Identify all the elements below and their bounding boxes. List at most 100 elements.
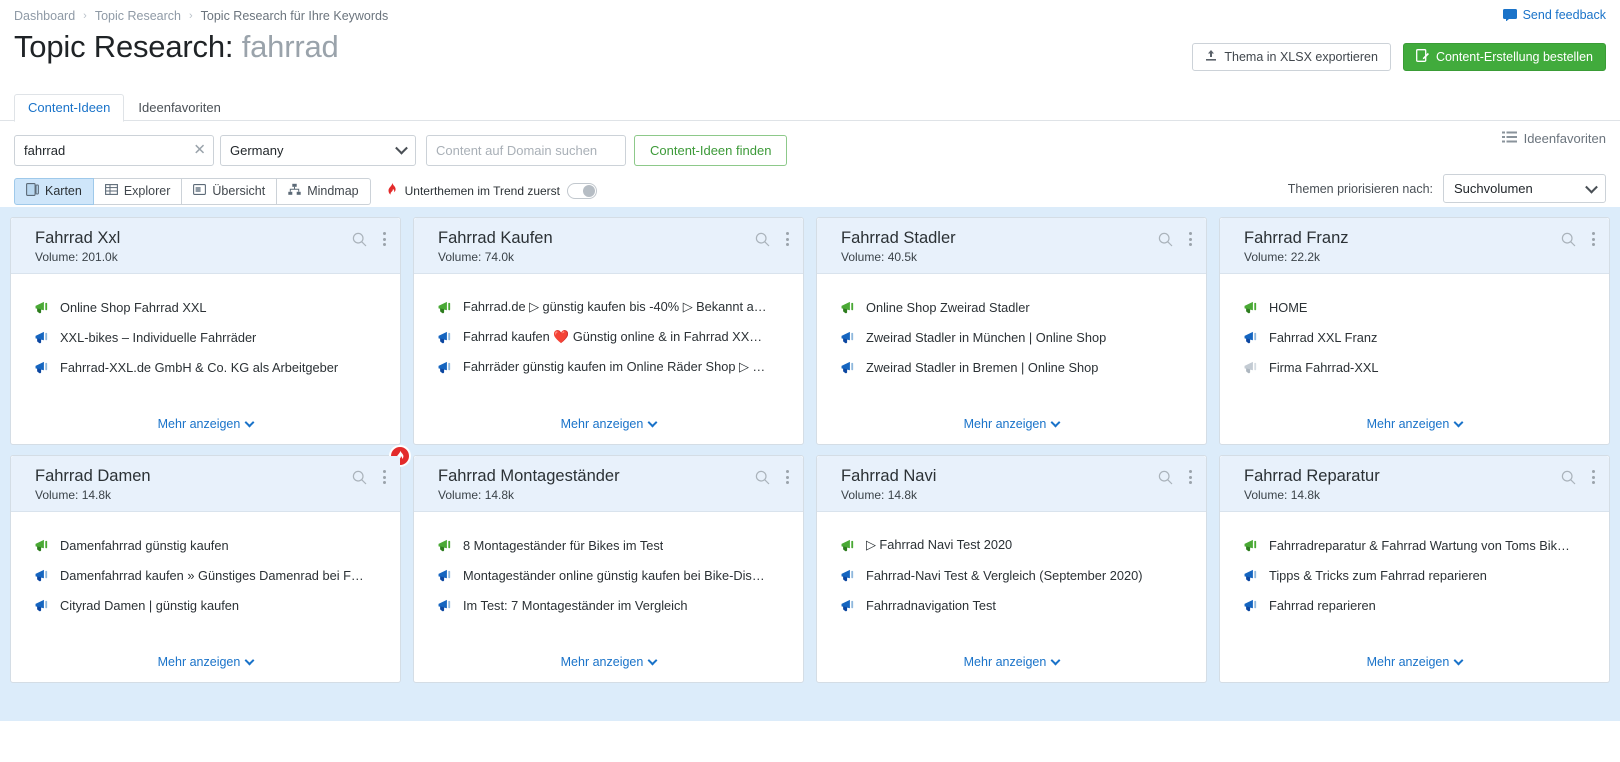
search-icon[interactable] xyxy=(1158,470,1173,485)
search-icon[interactable] xyxy=(1158,232,1173,247)
topic-card[interactable]: Fahrrad Franz Volume: 22.2k HOME Fahrrad … xyxy=(1219,217,1610,445)
content-idea-item[interactable]: Zweirad Stadler in München | Online Shop xyxy=(841,322,1194,352)
view-toolbar: Karten Explorer Übersicht Mindmap Untert… xyxy=(0,167,1620,207)
content-idea-label: Damenfahrrad kaufen » Günstiges Damenrad… xyxy=(60,567,364,583)
show-more-link[interactable]: Mehr anzeigen xyxy=(158,417,255,431)
content-idea-item[interactable]: HOME xyxy=(1244,292,1597,322)
show-more-label: Mehr anzeigen xyxy=(157,655,241,669)
prioritize-select[interactable]: Suchvolumen xyxy=(1443,174,1606,203)
more-options-icon[interactable] xyxy=(379,468,390,486)
show-more-link[interactable]: Mehr anzeigen xyxy=(1367,655,1464,669)
content-idea-item[interactable]: Fahrrad.de ▷ günstig kaufen bis -40% ▷ B… xyxy=(438,292,791,322)
topic-card[interactable]: Fahrrad Reparatur Volume: 14.8k Fahrradr… xyxy=(1219,455,1610,683)
content-idea-item[interactable]: 8 Montageständer für Bikes im Test xyxy=(438,530,791,560)
trend-toggle-switch[interactable] xyxy=(567,183,598,199)
more-options-icon[interactable] xyxy=(782,468,793,486)
show-more-label: Mehr anzeigen xyxy=(560,417,644,431)
tab-content-ideen[interactable]: Content-Ideen xyxy=(14,94,125,122)
search-icon[interactable] xyxy=(1561,470,1576,485)
topic-card[interactable]: Fahrrad Montageständer Volume: 14.8k 8 M… xyxy=(413,455,804,683)
content-idea-item[interactable]: Online Shop Fahrrad XXL xyxy=(35,292,388,322)
content-idea-item[interactable]: Fahrrad XXL Franz xyxy=(1244,322,1597,352)
show-more-link[interactable]: Mehr anzeigen xyxy=(964,655,1061,669)
search-icon[interactable] xyxy=(1561,232,1576,247)
megaphone-blue-icon xyxy=(438,361,451,373)
topic-card[interactable]: Fahrrad Navi Volume: 14.8k ▷ Fahrrad Nav… xyxy=(816,455,1207,683)
content-idea-item[interactable]: Fahrrad-Navi Test & Vergleich (September… xyxy=(841,560,1194,590)
content-idea-item[interactable]: Online Shop Zweirad Stadler xyxy=(841,292,1194,322)
megaphone-green-icon xyxy=(438,539,451,551)
topic-card-title: Fahrrad Stadler xyxy=(841,229,956,247)
more-options-icon[interactable] xyxy=(1588,230,1599,248)
content-idea-item[interactable]: Cityrad Damen | günstig kaufen xyxy=(35,590,388,620)
content-idea-item[interactable]: Fahrräder günstig kaufen im Online Räder… xyxy=(438,352,791,382)
search-icon[interactable] xyxy=(352,232,367,247)
topic-card-footer: Mehr anzeigen xyxy=(414,416,803,444)
prioritize-group: Themen priorisieren nach: Suchvolumen xyxy=(1288,174,1606,203)
more-options-icon[interactable] xyxy=(1588,468,1599,486)
show-more-link[interactable]: Mehr anzeigen xyxy=(1367,417,1464,431)
view-button-explorer[interactable]: Explorer xyxy=(93,177,183,205)
show-more-link[interactable]: Mehr anzeigen xyxy=(963,417,1061,431)
topic-card[interactable]: Fahrrad Kaufen Volume: 74.0k Fahrrad.de … xyxy=(413,217,804,445)
topic-card[interactable]: Fahrrad Stadler Volume: 40.5k Online Sho… xyxy=(816,217,1207,445)
topic-card[interactable]: Fahrrad Xxl Volume: 201.0k Online Shop F… xyxy=(10,217,401,445)
topic-card-footer: Mehr anzeigen xyxy=(11,416,400,444)
export-xlsx-button[interactable]: Thema in XLSX exportieren xyxy=(1192,43,1391,71)
breadcrumb-item-dashboard[interactable]: Dashboard xyxy=(14,9,75,23)
more-options-icon[interactable] xyxy=(379,230,390,248)
search-icon[interactable] xyxy=(755,470,770,485)
content-idea-item[interactable]: Zweirad Stadler in Bremen | Online Shop xyxy=(841,352,1194,382)
find-content-ideas-button[interactable]: Content-Ideen finden xyxy=(634,134,788,166)
content-idea-item[interactable]: Fahrradreparatur & Fahrrad Wartung von T… xyxy=(1244,530,1597,560)
topic-card[interactable]: Fahrrad Damen Volume: 14.8k Damenfahrrad… xyxy=(10,445,411,683)
view-button-mindmap[interactable]: Mindmap xyxy=(277,177,371,205)
show-more-link[interactable]: Mehr anzeigen xyxy=(560,417,658,431)
topic-card-footer: Mehr anzeigen xyxy=(817,416,1206,444)
topic-card-footer: Mehr anzeigen xyxy=(1220,416,1609,444)
content-idea-label: Fahrrad reparieren xyxy=(1269,597,1376,613)
content-idea-item[interactable]: Im Test: 7 Montageständer im Vergleich xyxy=(438,590,791,620)
content-idea-label: Damenfahrrad günstig kaufen xyxy=(60,537,229,553)
keyword-input[interactable]: fahrrad ✕ xyxy=(14,134,214,166)
feedback-icon xyxy=(1502,9,1517,21)
page-title-keyword: fahrrad xyxy=(241,29,339,64)
content-idea-item[interactable]: ▷ Fahrrad Navi Test 2020 xyxy=(841,530,1194,560)
show-more-link[interactable]: Mehr anzeigen xyxy=(561,655,658,669)
megaphone-blue-icon xyxy=(438,599,451,611)
search-icon[interactable] xyxy=(755,232,770,247)
megaphone-blue-icon xyxy=(841,569,854,581)
content-idea-item[interactable]: XXL-bikes – Individuelle Fahrräder xyxy=(35,322,388,352)
show-more-label: Mehr anzeigen xyxy=(963,417,1047,431)
order-content-button[interactable]: Content-Erstellung bestellen xyxy=(1402,43,1606,71)
content-idea-item[interactable]: Montageständer online günstig kaufen bei… xyxy=(438,560,791,590)
chevron-down-icon xyxy=(647,417,658,427)
content-idea-item[interactable]: Tipps & Tricks zum Fahrrad reparieren xyxy=(1244,560,1597,590)
show-more-link[interactable]: Mehr anzeigen xyxy=(157,655,255,669)
content-idea-item[interactable]: Fahrradnavigation Test xyxy=(841,590,1194,620)
topic-card-body: ▷ Fahrrad Navi Test 2020 Fahrrad-Navi Tes… xyxy=(817,512,1206,654)
keyword-input-value: fahrrad xyxy=(24,142,66,158)
more-options-icon[interactable] xyxy=(782,230,793,248)
domain-search-input[interactable]: Content auf Domain suchen xyxy=(426,134,626,166)
content-idea-item[interactable]: Fahrrad kaufen ❤️ Günstig online & in Fa… xyxy=(438,322,791,352)
search-icon[interactable] xyxy=(352,470,367,485)
country-select[interactable]: Germany xyxy=(220,134,416,166)
breadcrumb-item-topic-research[interactable]: Topic Research xyxy=(95,9,181,23)
view-button-uebersicht[interactable]: Übersicht xyxy=(182,177,278,205)
content-idea-item[interactable]: Fahrrad-XXL.de GmbH & Co. KG als Arbeitg… xyxy=(35,352,388,382)
content-idea-item[interactable]: Damenfahrrad günstig kaufen xyxy=(35,530,388,560)
content-idea-item[interactable]: Damenfahrrad kaufen » Günstiges Damenrad… xyxy=(35,560,388,590)
view-button-mindmap-label: Mindmap xyxy=(307,184,359,198)
more-options-icon[interactable] xyxy=(1185,230,1196,248)
topic-card-body: Damenfahrrad günstig kaufen Damenfahrrad … xyxy=(11,512,400,654)
view-button-karten[interactable]: Karten xyxy=(14,177,94,205)
send-feedback-link[interactable]: Send feedback xyxy=(1502,8,1606,22)
ideenfavoriten-link[interactable]: Ideenfavoriten xyxy=(1501,131,1606,146)
more-options-icon[interactable] xyxy=(1185,468,1196,486)
content-idea-item[interactable]: Fahrrad reparieren xyxy=(1244,590,1597,620)
tab-ideenfavoriten[interactable]: Ideenfavoriten xyxy=(124,94,234,122)
content-idea-item[interactable]: Firma Fahrrad-XXL xyxy=(1244,352,1597,382)
clear-keyword-icon[interactable]: ✕ xyxy=(193,142,206,158)
content-idea-label: Fahrräder günstig kaufen im Online Räder… xyxy=(463,359,766,374)
